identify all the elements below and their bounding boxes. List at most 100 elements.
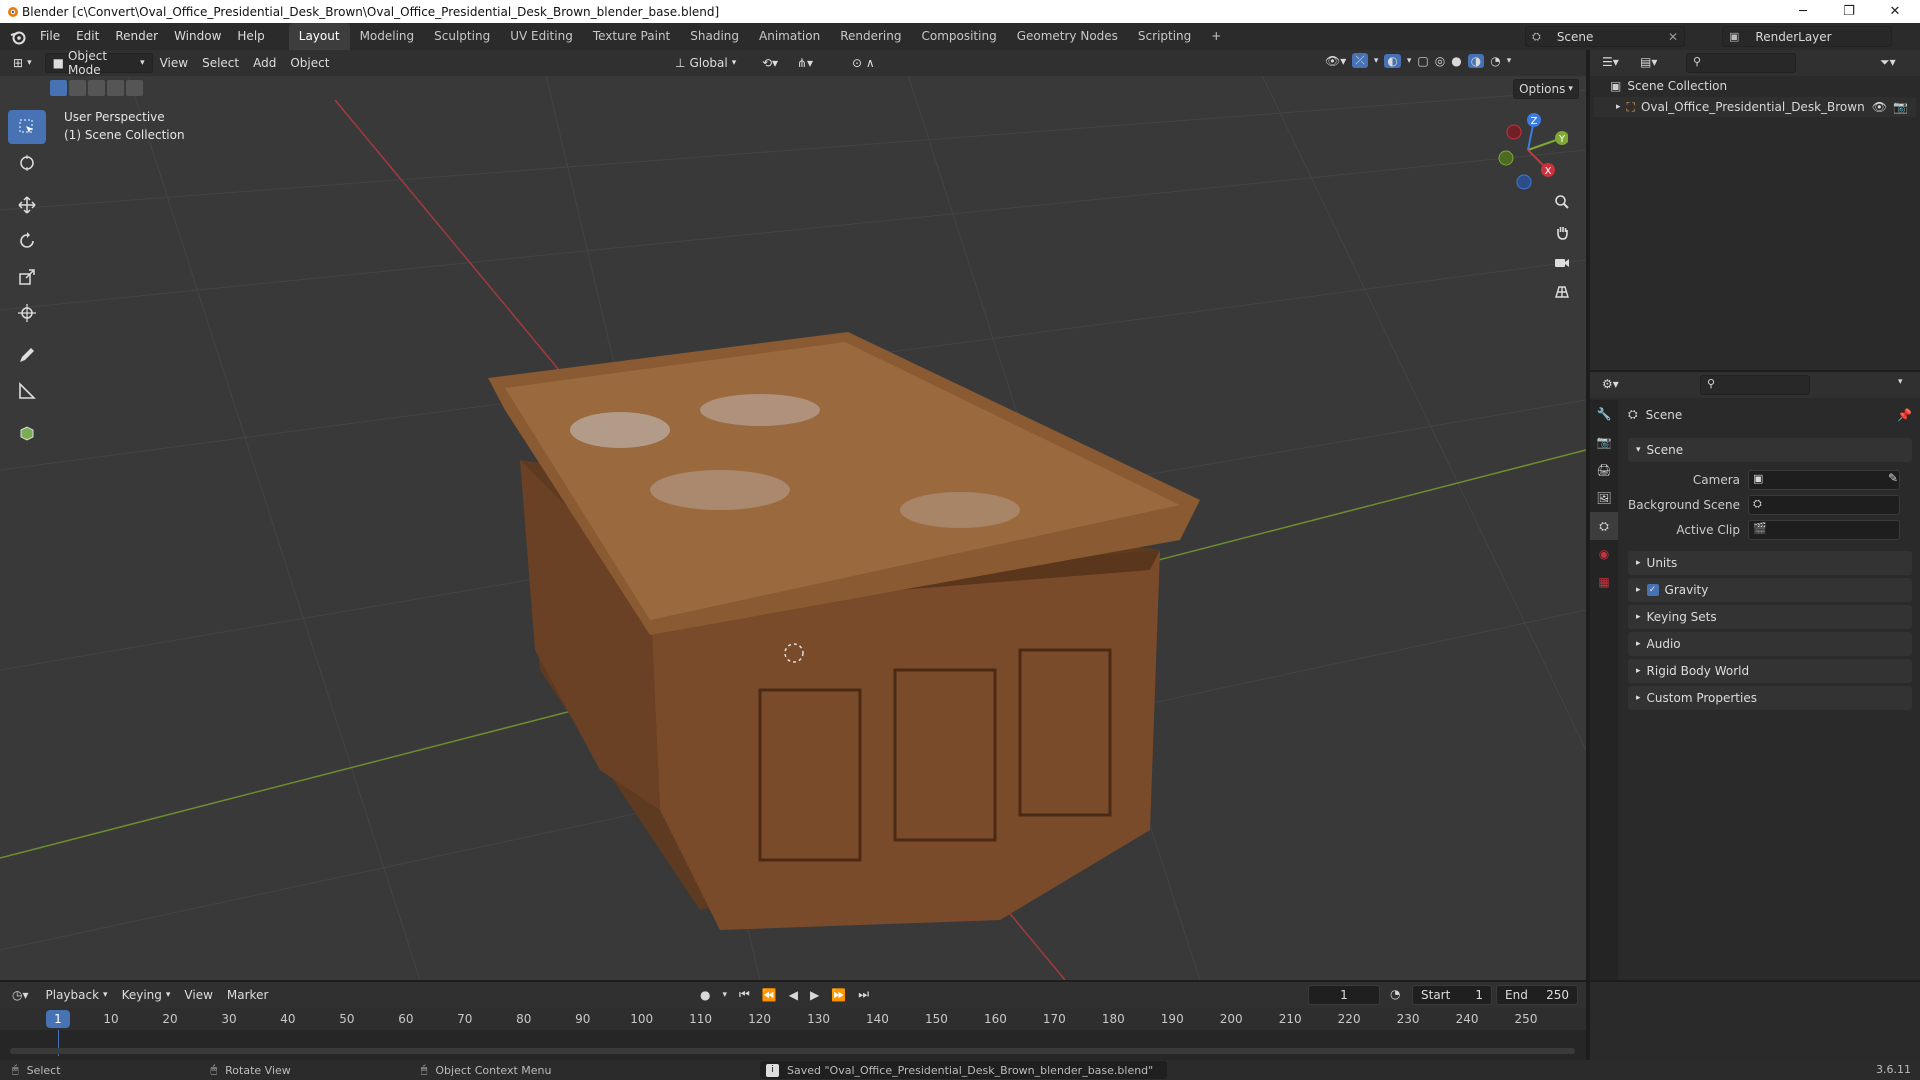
world-tab-icon[interactable]: ◉ [1590,540,1618,568]
active-clip-field[interactable]: 🎬 [1748,520,1900,540]
custom-properties-panel-header[interactable]: ▸ Custom Properties [1628,686,1912,710]
tab-texture-paint[interactable]: Texture Paint [583,23,680,50]
tab-geometry-nodes[interactable]: Geometry Nodes [1007,23,1128,50]
tab-modeling[interactable]: Modeling [350,23,425,50]
material-shading-icon[interactable]: ◑ [1467,53,1485,68]
pin-icon[interactable]: 📌 [1897,408,1912,422]
gizmo-toggle-icon[interactable]: ⤫ [1352,53,1368,68]
annotate-tool[interactable] [8,338,46,372]
output-tab-icon[interactable]: 🖨 [1590,456,1618,484]
zoom-icon[interactable] [1548,188,1576,216]
keying-sets-panel-header[interactable]: ▸ Keying Sets [1628,605,1912,629]
tab-layout[interactable]: Layout [288,23,350,50]
pan-hand-icon[interactable] [1548,218,1576,246]
xray-icon[interactable]: ▢ [1417,54,1428,68]
editor-type-button[interactable]: ⊞ ▾ [6,53,39,73]
render-layer-selector[interactable]: ▣ RenderLayer [1722,26,1892,47]
units-panel-header[interactable]: ▸ Units [1628,551,1912,575]
add-workspace-button[interactable]: + [1201,23,1231,50]
play-reverse-icon[interactable]: ◀ [789,988,798,1002]
play-icon[interactable]: ▶ [810,988,819,1002]
outliner-root-row[interactable]: ▣ Scene Collection [1610,79,1727,93]
select-box-tool[interactable] [8,110,46,144]
expand-arrow-icon[interactable]: ▸ [1616,102,1621,112]
outliner-object-row[interactable]: ▸ ⛶ Oval_Office_Presidential_Desk_Brown … [1594,97,1916,117]
prev-keyframe-icon[interactable]: ⏪ [762,988,777,1002]
move-tool[interactable] [8,188,46,222]
transform-orientation-dropdown[interactable]: ⊥ Global ▾ [668,53,743,73]
camera-field[interactable]: ▣ [1748,470,1900,490]
tab-shading[interactable]: Shading [680,23,749,50]
rigid-body-world-panel-header[interactable]: ▸ Rigid Body World [1628,659,1912,683]
close-button[interactable]: ✕ [1872,0,1918,23]
transform-tool[interactable] [8,296,46,330]
tab-compositing[interactable]: Compositing [911,23,1006,50]
visibility-icon[interactable]: 👁▾ [1325,54,1346,68]
rendered-shading-icon[interactable]: ◔ [1490,54,1500,68]
tab-rendering[interactable]: Rendering [830,23,911,50]
properties-search-input[interactable]: ⚲ [1700,375,1810,395]
object-menu[interactable]: Object [283,53,336,73]
measure-tool[interactable] [8,374,46,408]
record-icon[interactable]: ● [700,988,710,1002]
proportional-edit-icon[interactable]: ⊙ ∧ [845,53,882,73]
render-camera-icon[interactable]: 📷 [1893,100,1908,114]
select-intersect-icon[interactable] [126,80,143,96]
solid-shading-icon[interactable]: ● [1451,54,1461,68]
pin-icon[interactable]: ✕ [1668,30,1678,44]
tab-scripting[interactable]: Scripting [1128,23,1201,50]
next-keyframe-icon[interactable]: ⏩ [831,988,846,1002]
add-menu[interactable]: Add [246,53,283,73]
timeline-area[interactable]: 1 10 20 30 40 50 60 70 80 90 100 110 120 130 140 150 160… [0,1008,1586,1060]
menu-render[interactable]: Render [107,23,166,50]
end-frame-field[interactable]: End 250 [1496,985,1578,1005]
render-tab-icon[interactable]: 📷 [1590,428,1618,456]
tab-uv-editing[interactable]: UV Editing [500,23,583,50]
marker-menu[interactable]: Marker [220,985,275,1005]
scene-selector[interactable]: ⛭ Scene ✕ [1525,26,1685,47]
menu-help[interactable]: Help [229,23,272,50]
frame-ruler[interactable]: 1 10 20 30 40 50 60 70 80 90 100 110 120 130 140 150 160… [0,1008,1586,1030]
select-invert-icon[interactable] [107,80,124,96]
visibility-eye-icon[interactable]: 👁 [1872,100,1887,114]
current-frame-field[interactable]: 1 [1308,985,1380,1005]
tool-tab-icon[interactable]: 🔧 [1590,400,1618,428]
maximize-button[interactable]: ❐ [1826,0,1872,23]
timeline-scrollbar[interactable] [10,1048,1575,1054]
scale-tool[interactable] [8,260,46,294]
scene-tab-icon[interactable]: ⛭ [1590,512,1618,540]
3d-viewport[interactable]: User Perspective (1) Scene Collection Z … [0,50,1586,980]
audio-panel-header[interactable]: ▸ Audio [1628,632,1912,656]
wireframe-shading-icon[interactable]: ◎ [1435,54,1445,68]
clock-icon[interactable]: ◔ [1390,987,1400,1001]
overlay-toggle-icon[interactable]: ◐ [1384,53,1401,68]
outliner-editor-icon[interactable]: ☰▾ [1602,55,1619,69]
select-new-icon[interactable] [50,80,67,96]
view-layer-tab-icon[interactable]: 🖼 [1590,484,1618,512]
minimize-button[interactable]: ─ [1780,0,1826,23]
display-mode-icon[interactable]: ▤▾ [1640,55,1657,69]
properties-options-icon[interactable]: ▾ [1898,377,1903,387]
select-menu[interactable]: Select [195,53,246,73]
snap-icon[interactable]: ⋔▾ [790,53,820,73]
properties-editor-icon[interactable]: ⚙▾ [1602,377,1619,391]
jump-end-icon[interactable]: ⏭ [858,987,869,1002]
keying-menu[interactable]: Keying ▾ [115,985,178,1005]
cursor-tool[interactable] [8,146,46,180]
select-extend-icon[interactable] [69,80,86,96]
gravity-checkbox[interactable]: ✓ [1646,584,1659,596]
add-cube-tool[interactable] [8,416,46,450]
eyedropper-icon[interactable]: ✎ [1888,471,1898,485]
menu-edit[interactable]: Edit [68,23,107,50]
rotate-tool[interactable] [8,224,46,258]
filter-icon[interactable]: ⏷▾ [1880,55,1896,70]
timeline-view-menu[interactable]: View [177,985,219,1005]
tab-sculpting[interactable]: Sculpting [424,23,500,50]
gravity-panel-header[interactable]: ▸ ✓ Gravity [1628,578,1912,602]
pivot-point-icon[interactable]: ⟲▾ [755,53,785,73]
start-frame-field[interactable]: Start 1 [1412,985,1492,1005]
playback-menu[interactable]: Playback ▾ [39,985,115,1005]
jump-start-icon[interactable]: ⏮ [739,987,750,1002]
select-subtract-icon[interactable] [88,80,105,96]
object-mode-dropdown[interactable]: ■ Object Mode ▾ [44,49,153,77]
